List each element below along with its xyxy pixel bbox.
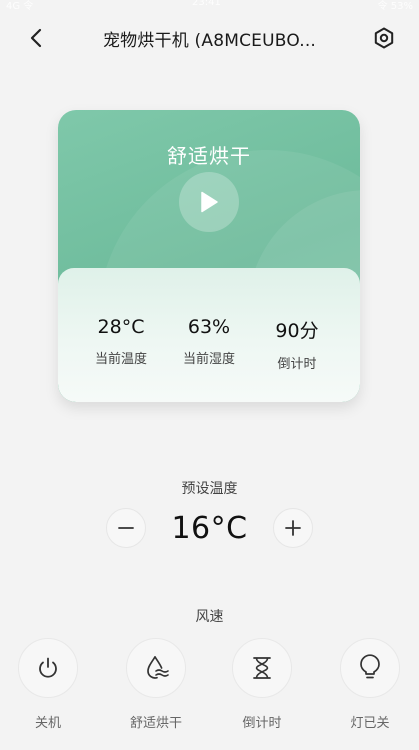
stat-current-temperature: 28°C 当前温度 [71,316,171,367]
light-button[interactable]: 灯已关 [335,638,405,731]
preset-temperature-value: 16°C [171,511,248,546]
preset-temperature-label: 预设温度 [181,481,238,497]
timer-button[interactable]: 倒计时 [227,638,297,731]
increase-temperature-button[interactable] [273,508,313,548]
settings-button[interactable] [369,23,399,53]
stat-countdown: 90分 倒计时 [247,316,347,372]
mode-card: 舒适烘干 28°C 当前温度 63% 当前湿度 90分 倒计时 [58,110,360,402]
plus-icon [285,520,301,536]
power-icon [39,657,57,678]
comfort-dry-button-circle [126,638,186,698]
temperature-control: 16°C [0,506,419,550]
water-drop-wind-icon [147,656,169,679]
control-label: 灯已关 [350,716,390,731]
comfort-dry-button[interactable]: 舒适烘干 [121,638,191,731]
status-battery: 令 53% [377,1,413,12]
header: 宠物烘干机 (A8MCEUBO... [0,18,419,58]
stat-label: 当前温度 [94,352,147,367]
wind-speed-label: 风速 [195,609,224,625]
stats-panel: 28°C 当前温度 63% 当前湿度 90分 倒计时 [58,268,360,402]
hourglass-icon [253,657,271,679]
light-button-circle [340,638,400,698]
stat-label: 当前湿度 [182,352,235,367]
gear-icon [374,27,394,49]
play-icon [201,191,218,213]
status-bar: 4G 令 23:41 令 53% [0,0,419,12]
chevron-left-icon [30,28,42,48]
status-time: 23:41 [192,0,221,8]
status-network: 4G 令 [6,1,34,12]
lightbulb-icon [360,654,380,679]
control-label: 关机 [34,716,61,731]
power-button-circle [18,638,78,698]
mode-label: 舒适烘干 [167,144,251,168]
stat-current-humidity: 63% 当前湿度 [159,316,259,367]
power-button[interactable]: 关机 [13,638,83,731]
stat-label: 倒计时 [277,357,317,372]
control-label: 舒适烘干 [129,716,182,731]
play-button[interactable] [179,172,239,232]
stat-value: 63% [187,316,231,338]
stat-value: 28°C [97,316,145,338]
control-bar: 关机 舒适烘干 倒计时 灯已关 [0,638,419,738]
control-label: 倒计时 [242,716,282,731]
page-title: 宠物烘干机 (A8MCEUBO... [102,31,317,51]
timer-button-circle [232,638,292,698]
back-button[interactable] [22,24,50,52]
stat-value: 90分 [275,320,319,342]
